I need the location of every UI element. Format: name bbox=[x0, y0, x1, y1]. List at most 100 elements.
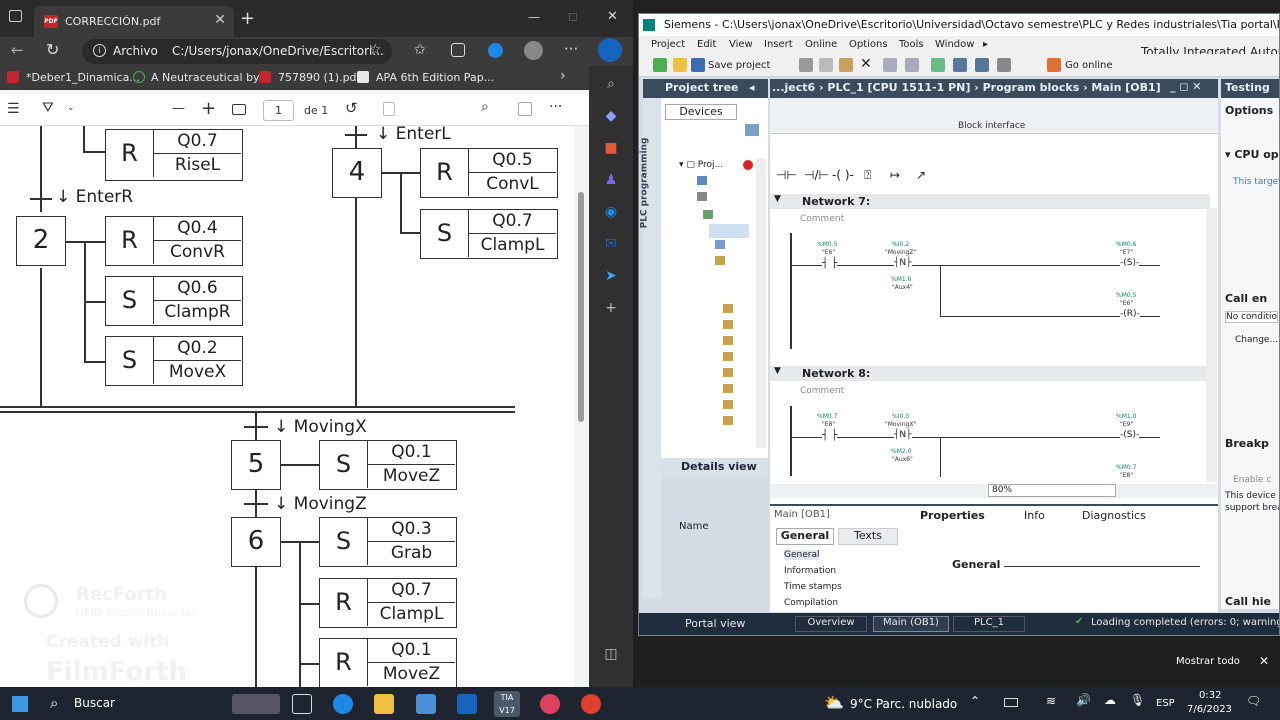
tree-scrollbar[interactable] bbox=[756, 158, 766, 448]
list-compilation[interactable]: Compilation bbox=[784, 598, 838, 608]
minimize-button[interactable]: — bbox=[528, 10, 540, 24]
contact-symbol[interactable]: ┤ ├ bbox=[822, 258, 838, 269]
devices-tab[interactable]: Devices bbox=[665, 104, 737, 120]
new-tab-button[interactable]: + bbox=[240, 8, 255, 29]
network-header[interactable]: ▼ Network 8: bbox=[770, 366, 1210, 381]
collapse-icon[interactable]: ◂ bbox=[749, 81, 755, 94]
favorites-icon[interactable]: ✩ bbox=[414, 42, 426, 58]
call-hierarchy-section[interactable]: Call hie bbox=[1225, 595, 1271, 608]
menu-more-icon[interactable]: ▸ bbox=[983, 39, 988, 50]
tree-node-icon[interactable] bbox=[723, 400, 733, 409]
favorite-item[interactable]: *Deber1_Dinamica... bbox=[26, 71, 140, 84]
copy-icon[interactable] bbox=[819, 58, 833, 72]
cut-icon[interactable] bbox=[799, 58, 813, 72]
toolbox-icon[interactable]: ■ bbox=[601, 140, 621, 160]
n-edge-contact[interactable]: ┤N├ bbox=[894, 258, 912, 268]
tia-portal-icon[interactable]: TIA V17 bbox=[494, 691, 520, 717]
list-general[interactable]: General bbox=[784, 550, 820, 560]
tree-node-icon[interactable] bbox=[723, 368, 733, 377]
rotate-icon[interactable]: ↺ bbox=[345, 99, 358, 117]
search-icon[interactable]: ⌕ bbox=[481, 99, 489, 115]
tab-diagnostics[interactable]: Diagnostics bbox=[1082, 509, 1146, 522]
mail-icon[interactable] bbox=[457, 694, 477, 714]
status-tab-overview[interactable]: Overview bbox=[795, 616, 867, 632]
coil-icon[interactable]: -( )- bbox=[832, 168, 854, 182]
delete-icon[interactable]: ✕ bbox=[860, 56, 872, 72]
windows-start-icon[interactable] bbox=[12, 696, 28, 712]
tag-icon[interactable]: ◆ bbox=[601, 108, 621, 128]
no-contact-icon[interactable]: ⊣⊢ bbox=[776, 168, 797, 182]
view-icon[interactable] bbox=[745, 124, 759, 136]
pdf-scrollbar[interactable] bbox=[574, 126, 588, 687]
status-tab-plc[interactable]: PLC_1 bbox=[953, 616, 1025, 632]
set-coil[interactable]: -(S)- bbox=[1120, 430, 1140, 440]
volume-icon[interactable]: 🔊 bbox=[1076, 693, 1091, 707]
block-interface-label[interactable]: Block interface bbox=[958, 121, 1025, 131]
sidebar-toggle-icon[interactable]: ◫ bbox=[601, 646, 621, 666]
onedrive-icon[interactable]: ☁ bbox=[1104, 693, 1116, 707]
page-number-input[interactable]: 1 bbox=[263, 100, 294, 121]
chrome-icon[interactable] bbox=[581, 694, 601, 714]
download-icon[interactable] bbox=[953, 58, 967, 72]
details-view-title[interactable]: Details view bbox=[681, 460, 757, 473]
close-icon[interactable]: ✕ bbox=[1259, 654, 1269, 668]
games-icon[interactable]: ♟ bbox=[601, 172, 621, 192]
file-explorer-icon[interactable] bbox=[374, 694, 394, 714]
inner-tab-general[interactable]: General bbox=[776, 528, 834, 545]
n-edge-contact[interactable]: ┤N├ bbox=[894, 430, 912, 440]
menu-project[interactable]: Project bbox=[651, 39, 685, 50]
clock-time[interactable]: 0:32 bbox=[1199, 690, 1221, 701]
favorite-item[interactable]: APA 6th Edition Pap... bbox=[376, 71, 494, 84]
tab-correccion-pdf[interactable]: PDF CORRECCIÓN.pdf ✕ bbox=[34, 6, 234, 37]
battery-icon[interactable] bbox=[1004, 698, 1018, 707]
zoom-in-button[interactable]: + bbox=[201, 98, 216, 119]
simulation-icon[interactable] bbox=[997, 58, 1011, 72]
set-coil[interactable]: -(S)- bbox=[1120, 258, 1140, 268]
search-icon[interactable]: ⌕ bbox=[50, 694, 58, 712]
tree-node-icon[interactable] bbox=[715, 240, 725, 249]
menu-window[interactable]: Window bbox=[935, 39, 974, 50]
scroll-thumb[interactable] bbox=[578, 192, 584, 422]
page-view-icon[interactable] bbox=[383, 102, 395, 116]
clock-date[interactable]: 7/6/2023 bbox=[1187, 704, 1232, 715]
contact-symbol[interactable]: ┤ ├ bbox=[822, 430, 838, 441]
box-icon[interactable]: ⍰ bbox=[864, 168, 871, 183]
favorite-item[interactable]: A Neutraceutical by... bbox=[151, 71, 268, 84]
address-pill[interactable]: i Archivo C:/Users/jonax/OneDrive/Escrit… bbox=[82, 39, 392, 64]
tree-node-icon[interactable] bbox=[723, 352, 733, 361]
tab-close-icon[interactable]: ✕ bbox=[214, 12, 226, 28]
branch-close-icon[interactable]: ↗ bbox=[916, 168, 926, 182]
weather-icon[interactable]: ⛅ bbox=[824, 693, 844, 712]
task-view-icon[interactable] bbox=[292, 694, 312, 714]
star-icon[interactable]: ☆ bbox=[369, 42, 382, 58]
save-icon[interactable] bbox=[691, 58, 705, 72]
wifi-icon[interactable]: ≋ bbox=[1046, 694, 1056, 708]
list-information[interactable]: Information bbox=[784, 566, 836, 576]
paste-icon[interactable] bbox=[839, 58, 853, 72]
copilot-icon[interactable] bbox=[598, 38, 622, 62]
send-icon[interactable]: ➤ bbox=[601, 268, 621, 288]
profile-icon[interactable] bbox=[524, 41, 543, 60]
tree-node-icon[interactable] bbox=[723, 304, 733, 313]
upload-icon[interactable] bbox=[975, 58, 989, 72]
collapse-icon[interactable]: ▼ bbox=[774, 194, 781, 204]
new-project-icon[interactable] bbox=[653, 58, 667, 72]
enable-checkbox[interactable]: Enable c bbox=[1233, 475, 1271, 485]
tree-node-icon[interactable] bbox=[723, 336, 733, 345]
collapse-icon[interactable]: ▼ bbox=[774, 366, 781, 376]
tree-selected-item[interactable] bbox=[709, 224, 749, 238]
go-online-icon[interactable] bbox=[1047, 58, 1061, 72]
call-env-section[interactable]: Call en bbox=[1225, 292, 1267, 305]
go-online-button[interactable]: Go online bbox=[1065, 60, 1113, 71]
close-window-button[interactable]: ✕ bbox=[607, 9, 618, 24]
tree-node-icon[interactable] bbox=[723, 416, 733, 425]
refresh-icon[interactable]: ↻ bbox=[46, 40, 59, 59]
tree-project-item[interactable]: ▾ ▢ Proj... bbox=[679, 160, 723, 170]
save-icon[interactable] bbox=[518, 102, 532, 116]
status-tab-main[interactable]: Main (OB1) bbox=[873, 616, 949, 632]
show-all-button[interactable]: Mostrar todo bbox=[1176, 656, 1240, 667]
network-header[interactable]: ▼ Network 7: bbox=[770, 194, 1210, 209]
edge-icon[interactable] bbox=[333, 694, 353, 714]
zoom-out-button[interactable]: — bbox=[172, 101, 185, 116]
tab-properties[interactable]: Properties bbox=[920, 509, 985, 522]
